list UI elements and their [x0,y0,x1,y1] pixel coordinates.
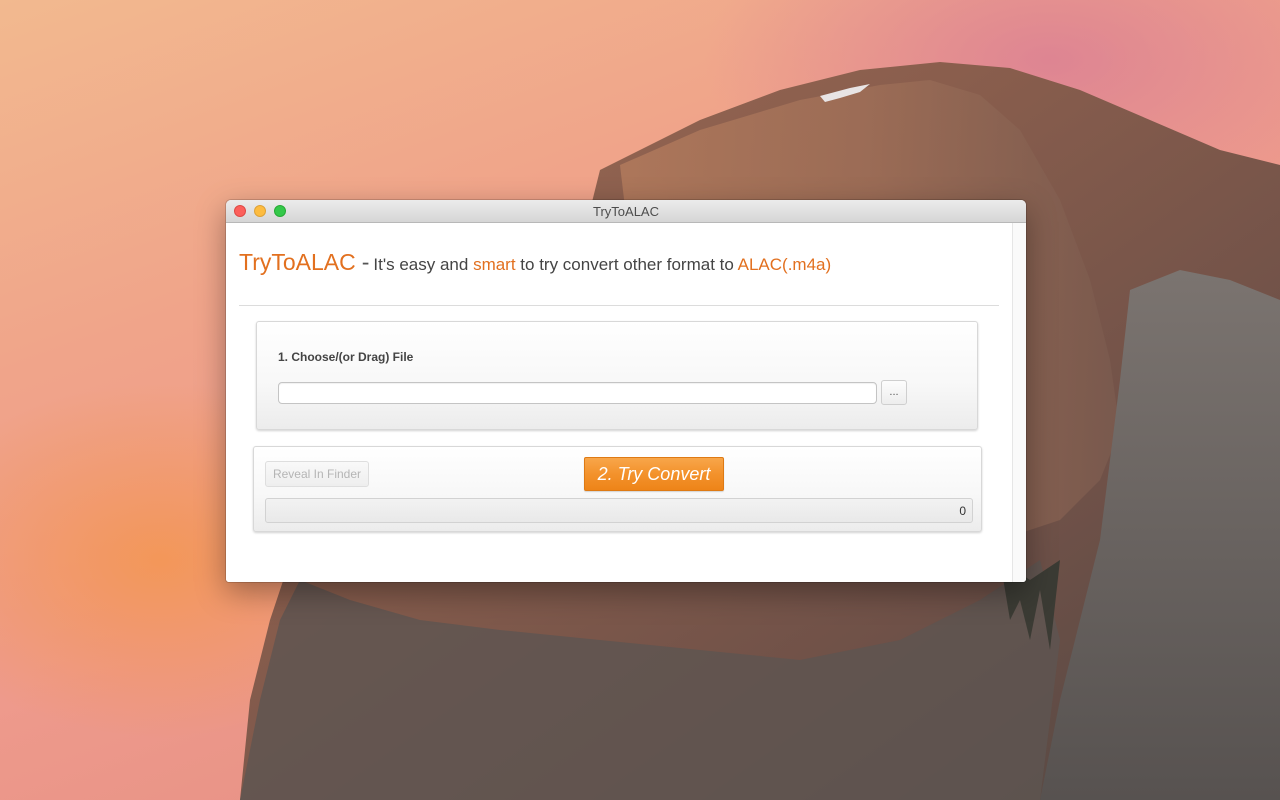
header-divider [239,305,999,306]
browse-button[interactable]: ... [881,380,907,405]
window-titlebar[interactable]: TryToALAC [226,200,1026,223]
window-content: TryToALAC - It's easy and smart to try con… [226,223,1012,582]
app-brand: TryToALAC [239,249,356,275]
step1-label: 1. Choose/(or Drag) File [278,350,414,364]
headline-text-1: It's easy and [373,255,469,274]
reveal-in-finder-button[interactable]: Reveal In Finder [265,461,369,487]
file-path-input[interactable] [278,382,877,404]
headline-text-2: to try convert other format to [520,255,734,274]
headline-accent-format: ALAC(.m4a) [737,255,832,274]
page-headline: TryToALAC - It's easy and smart to try con… [239,249,831,276]
window-title: TryToALAC [593,204,659,219]
headline-accent-smart: smart [473,255,516,274]
progress-count: 0 [959,504,966,518]
choose-file-panel: 1. Choose/(or Drag) File ... [256,321,978,430]
try-convert-button[interactable]: 2. Try Convert [584,457,724,491]
convert-panel: Reveal In Finder 2. Try Convert 0 [253,446,982,532]
vertical-scrollbar[interactable] [1012,223,1026,582]
app-window: TryToALAC TryToALAC - It's easy and smart … [226,200,1026,582]
headline-dash: - [361,249,370,275]
conversion-progress-bar: 0 [265,498,973,523]
